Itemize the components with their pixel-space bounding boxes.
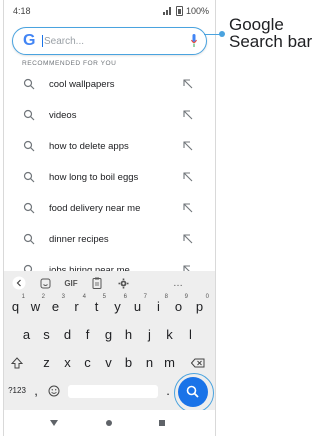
key-g[interactable]: g [99,323,118,347]
more-button[interactable]: … [170,274,186,292]
chevron-left-icon[interactable] [10,274,28,292]
callout-line-2: Search bar [229,32,313,51]
section-title: RECOMMENDED FOR YOU [22,60,117,67]
key-b[interactable]: b [119,351,138,375]
suggestion-item[interactable]: how to delete apps [4,132,215,163]
battery-level: 100% [185,6,209,16]
suggestion-text: how long to boil eggs [49,172,139,183]
key-r[interactable]: r4 [67,294,86,319]
key-d[interactable]: d [58,323,77,347]
google-search-bar[interactable]: G [12,27,207,55]
key-j[interactable]: j [140,323,159,347]
key-p[interactable]: p0 [190,294,209,319]
keyboard-row-3: z x c v b n m [4,351,215,377]
key-i[interactable]: i8 [149,294,168,319]
key-t[interactable]: t5 [87,294,106,319]
key-z[interactable]: z [37,351,56,375]
suggestion-item[interactable]: dinner recipes [4,225,215,256]
sticker-icon[interactable] [38,274,52,292]
suggestion-item[interactable]: cool wallpapers [4,70,215,101]
key-e[interactable]: e3 [46,294,65,319]
suggestion-item[interactable]: videos [4,101,215,132]
suggestion-text: food delivery near me [49,203,141,214]
suggestion-text: dinner recipes [49,234,109,245]
signal-icon [162,7,173,15]
callout-dot [219,31,225,37]
arrow-up-left-icon[interactable] [182,202,194,214]
key-m[interactable]: m [160,351,179,375]
key-u[interactable]: u7 [128,294,147,319]
search-icon [23,140,35,152]
suggestion-list: cool wallpapers videos how to delete app… [4,70,215,287]
clipboard-icon[interactable] [90,274,104,292]
key-h[interactable]: h [119,323,138,347]
status-bar: 4:18 100% [4,0,215,22]
keyboard-toolbar: GIF … [4,271,215,295]
phone-screen: 4:18 100% G RECOMMENDED FOR YOU cool wal… [3,0,216,436]
suggestion-text: videos [49,110,77,121]
text-cursor [42,35,43,47]
backspace-icon[interactable] [188,351,207,375]
suggestion-item[interactable]: how long to boil eggs [4,163,215,194]
callout-line-1: Google [229,15,284,34]
key-x[interactable]: x [58,351,77,375]
recent-apps-icon[interactable] [159,420,165,426]
keyboard: GIF … q1 w2 e3 r4 t5 y6 u7 i8 o9 p0 a s [4,271,215,413]
keyboard-row-2: a s d f g h j k l [4,323,215,349]
status-time: 4:18 [13,6,31,16]
key-v[interactable]: v [99,351,118,375]
period-key[interactable]: . [162,379,174,403]
arrow-up-left-icon[interactable] [182,78,194,90]
arrow-up-left-icon[interactable] [182,140,194,152]
arrow-up-left-icon[interactable] [182,233,194,245]
battery-icon [175,6,183,16]
key-w[interactable]: w2 [26,294,45,319]
gear-icon[interactable] [116,274,130,292]
status-icons: 100% [162,6,209,16]
key-q[interactable]: q1 [6,294,25,319]
google-logo-icon: G [23,32,36,49]
callout-label: Google Search bar [229,16,312,50]
mic-icon[interactable] [191,34,197,48]
key-l[interactable]: l [181,323,200,347]
suggestion-text: cool wallpapers [49,79,115,90]
key-f[interactable]: f [78,323,97,347]
key-a[interactable]: a [17,323,36,347]
key-o[interactable]: o9 [169,294,188,319]
search-input[interactable] [44,33,174,49]
suggestion-text: how to delete apps [49,141,129,152]
space-bar[interactable] [68,385,158,398]
key-y[interactable]: y6 [108,294,127,319]
key-c[interactable]: c [78,351,97,375]
emoji-icon[interactable] [44,379,63,403]
search-icon [23,109,35,121]
home-icon[interactable] [106,420,112,426]
gif-button[interactable]: GIF [62,274,80,292]
key-s[interactable]: s [37,323,56,347]
arrow-up-left-icon[interactable] [182,171,194,183]
search-enter-button[interactable] [178,377,208,407]
key-k[interactable]: k [160,323,179,347]
search-icon [23,171,35,183]
shift-icon[interactable] [7,351,26,375]
search-icon [23,202,35,214]
arrow-up-left-icon[interactable] [182,109,194,121]
comma-key[interactable]: , [30,379,42,403]
back-icon[interactable] [50,420,58,426]
symbols-key[interactable]: ?123 [6,379,28,403]
search-icon [23,233,35,245]
suggestion-item[interactable]: food delivery near me [4,194,215,225]
search-icon [186,385,199,398]
navigation-bar [4,410,215,436]
key-n[interactable]: n [140,351,159,375]
search-icon [23,78,35,90]
keyboard-row-1: q1 w2 e3 r4 t5 y6 u7 i8 o9 p0 [4,294,215,321]
